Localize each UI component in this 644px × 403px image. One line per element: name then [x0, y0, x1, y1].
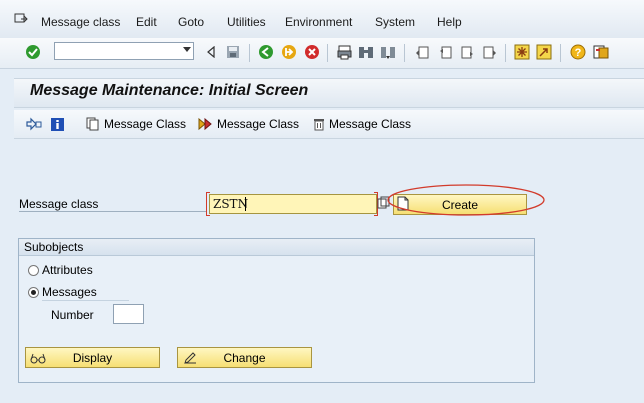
- menu-system[interactable]: System: [375, 15, 415, 29]
- copy-message-class-label: Message Class: [104, 117, 187, 131]
- rename-message-class-label: Message Class: [217, 117, 300, 131]
- display-button-label: Display: [72, 350, 113, 365]
- chevron-down-icon[interactable]: [183, 47, 191, 52]
- rename-message-class-button[interactable]: Message Class: [198, 117, 299, 131]
- text-cursor: [245, 197, 246, 211]
- save-icon[interactable]: [224, 43, 242, 61]
- cancel-icon[interactable]: [303, 43, 321, 61]
- change-button-label: Change: [223, 350, 266, 365]
- exit-icon[interactable]: [280, 43, 298, 61]
- change-button[interactable]: Change: [177, 347, 312, 368]
- info-icon[interactable]: [48, 115, 66, 133]
- page-title: Message Maintenance: Initial Screen: [30, 82, 309, 99]
- radio-unchecked-icon: [28, 265, 39, 276]
- display-button[interactable]: Display: [25, 347, 160, 368]
- menu-utilities[interactable]: Utilities: [227, 15, 266, 29]
- svg-text:?: ?: [575, 47, 582, 59]
- attributes-radio[interactable]: [28, 265, 39, 276]
- menu-message-class[interactable]: Message class: [41, 15, 120, 29]
- number-label: Number: [51, 308, 94, 322]
- last-page-icon[interactable]: [480, 43, 498, 61]
- checkmark-icon[interactable]: [24, 43, 42, 61]
- messages-label[interactable]: Messages: [42, 285, 97, 299]
- copy-icon: [86, 117, 99, 131]
- rename-icon: [198, 117, 212, 131]
- find-next-icon[interactable]: [379, 43, 397, 61]
- attributes-label[interactable]: Attributes: [42, 263, 93, 277]
- menu-help[interactable]: Help: [437, 15, 462, 29]
- delete-message-class-button[interactable]: Message Class: [313, 117, 411, 131]
- menu-environment[interactable]: Environment: [285, 15, 352, 29]
- back-icon[interactable]: [257, 43, 275, 61]
- highlight-annotation: [387, 184, 545, 216]
- previous-page-icon[interactable]: [436, 43, 454, 61]
- find-icon[interactable]: [357, 43, 375, 61]
- message-class-label: Message class: [19, 197, 99, 211]
- shortcut-icon[interactable]: [535, 43, 553, 61]
- menu-toggle-icon[interactable]: [14, 13, 28, 25]
- create-session-icon[interactable]: [513, 43, 531, 61]
- messages-radio[interactable]: [28, 287, 39, 298]
- number-input[interactable]: [113, 304, 144, 324]
- first-page-icon[interactable]: [413, 43, 431, 61]
- delete-message-class-label: Message Class: [329, 117, 412, 131]
- copy-message-class-button[interactable]: Message Class: [86, 117, 186, 131]
- other-object-icon[interactable]: [24, 115, 42, 133]
- back-arrow-icon[interactable]: [202, 43, 220, 61]
- trash-icon: [314, 119, 324, 131]
- glasses-icon: [30, 353, 46, 364]
- menu-edit[interactable]: Edit: [136, 15, 157, 29]
- message-class-input[interactable]: ZSTN: [209, 194, 377, 214]
- menu-goto[interactable]: Goto: [178, 15, 204, 29]
- subobjects-title: Subobjects: [24, 240, 84, 254]
- pencil-icon: [184, 352, 196, 364]
- help-icon[interactable]: ?: [569, 43, 587, 61]
- next-page-icon[interactable]: [458, 43, 476, 61]
- command-field[interactable]: [54, 42, 194, 60]
- print-icon[interactable]: [335, 43, 353, 61]
- radio-checked-icon: [28, 287, 39, 298]
- layout-menu-icon[interactable]: [592, 43, 610, 61]
